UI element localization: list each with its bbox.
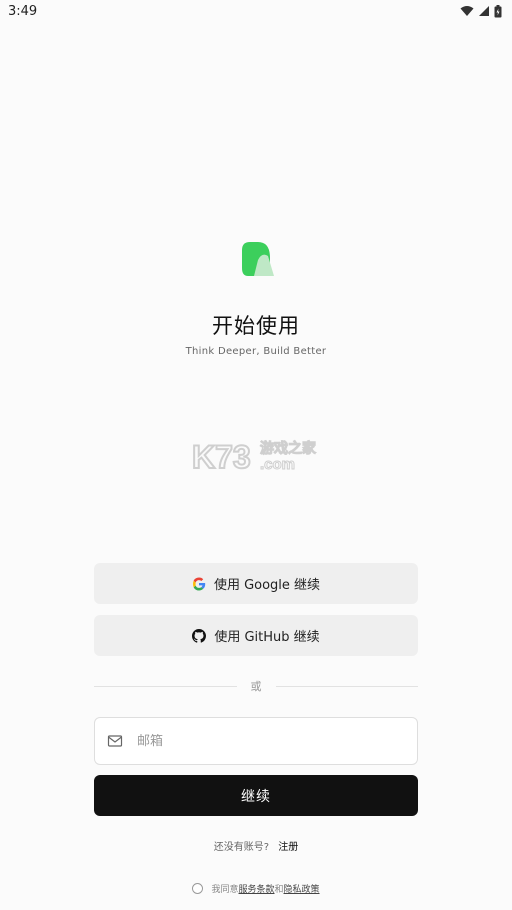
battery-icon — [494, 4, 502, 17]
app-logo-icon — [242, 242, 274, 276]
google-signin-label: 使用 Google 继续 — [213, 578, 321, 593]
terms-checkbox[interactable] — [192, 883, 204, 894]
watermark-logo: K73 游戏之家 .com — [192, 438, 317, 474]
github-signin-label: 使用 GitHub 继续 — [214, 630, 320, 645]
google-signin-button[interactable]: 使用 Google 继续 — [94, 563, 418, 604]
divider-line-right — [275, 685, 418, 687]
watermark-domain: .com — [260, 456, 295, 473]
status-bar: 3:49 — [0, 0, 512, 22]
email-input[interactable] — [137, 733, 417, 749]
watermark-brand: K73 — [192, 439, 251, 474]
signal-icon — [479, 6, 489, 16]
or-divider: 或 — [94, 678, 418, 694]
mail-icon — [107, 735, 123, 747]
email-field-container[interactable] — [94, 717, 418, 765]
or-text: 或 — [250, 680, 262, 693]
terms-agreement-row: 我同意 服务条款 和 隐私政策 — [0, 882, 512, 895]
page-title: 开始使用 — [212, 314, 300, 338]
page-subtitle: Think Deeper, Build Better — [185, 346, 327, 357]
signup-link[interactable]: 注册 — [278, 842, 298, 853]
github-signin-button[interactable]: 使用 GitHub 继续 — [94, 615, 418, 656]
google-icon — [192, 577, 206, 590]
github-icon — [192, 628, 207, 643]
signup-row: 还没有账号? 注册 — [0, 838, 512, 853]
privacy-policy-link[interactable]: 隐私政策 — [284, 882, 320, 895]
wifi-icon — [460, 6, 474, 16]
watermark-cn: 游戏之家 — [260, 440, 317, 457]
agree-prefix: 我同意 — [211, 885, 239, 895]
terms-of-service-link[interactable]: 服务条款 — [238, 882, 274, 895]
continue-button[interactable]: 继续 — [94, 775, 418, 816]
status-icons — [460, 4, 502, 18]
status-time: 3:49 — [8, 3, 38, 19]
no-account-text: 还没有账号? — [213, 842, 270, 853]
and-text: 和 — [274, 885, 284, 895]
divider-line-left — [94, 685, 237, 687]
